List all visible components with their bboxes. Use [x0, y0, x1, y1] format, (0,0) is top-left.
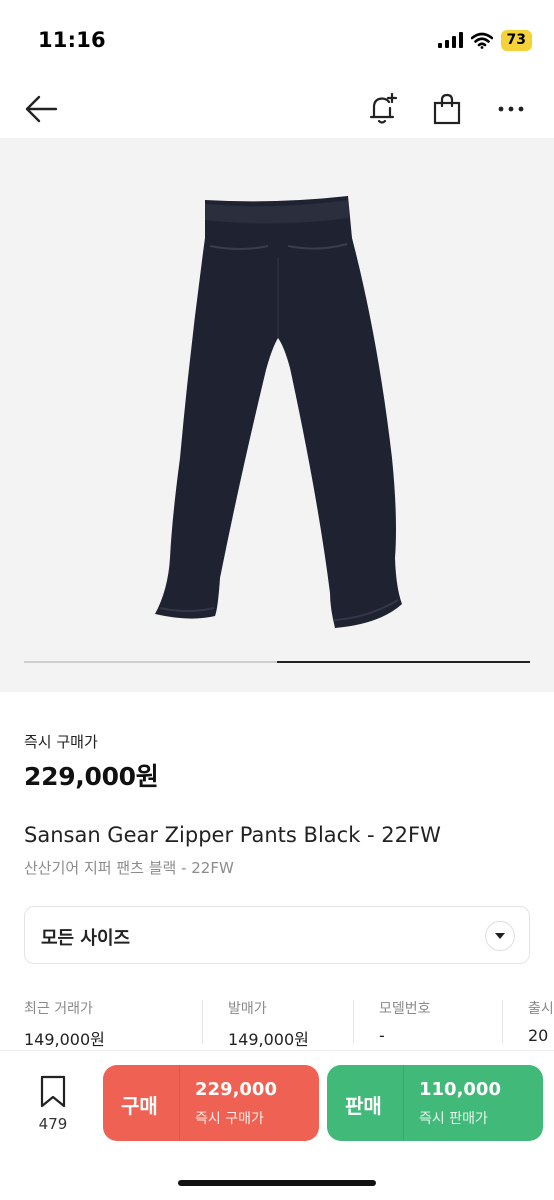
- wifi-icon: [470, 32, 493, 49]
- product-name-korean: 산산기어 지퍼 팬츠 블랙 - 22FW: [24, 859, 234, 877]
- stat-release-date: 출시 20: [528, 998, 554, 1050]
- stat-value: 20: [528, 1026, 549, 1045]
- price-alert-button[interactable]: [360, 86, 406, 132]
- instant-price-value: 229,000원: [24, 762, 159, 791]
- wishlist-button[interactable]: 479: [30, 1075, 76, 1133]
- sell-button[interactable]: 판매 110,000 즉시 판매가: [327, 1065, 543, 1141]
- status-time: 11:16: [38, 28, 106, 52]
- battery-level: 73: [500, 29, 532, 51]
- buy-button[interactable]: 구매 229,000 즉시 구매가: [103, 1065, 319, 1141]
- size-selector[interactable]: 모든 사이즈: [24, 906, 530, 964]
- stat-value: 149,000원: [228, 1030, 309, 1049]
- more-horizontal-icon: [498, 106, 524, 112]
- stat-divider: [502, 1000, 503, 1044]
- buy-button-label: 구매: [121, 1094, 158, 1118]
- stat-label: 모델번호: [379, 1001, 431, 1017]
- bookmark-icon: [40, 1075, 66, 1108]
- gallery-indicator-active: [277, 661, 530, 663]
- status-bar: 11:16 73: [0, 0, 554, 80]
- sell-price-caption: 즉시 판매가: [419, 1111, 488, 1127]
- stat-recent-trade: 최근 거래가 149,000원: [24, 998, 105, 1050]
- product-name: Sansan Gear Zipper Pants Black - 22FW: [24, 823, 441, 847]
- sell-button-label: 판매: [345, 1094, 382, 1118]
- instant-price-label: 즉시 구매가: [24, 733, 98, 751]
- buy-button-divider: [179, 1065, 180, 1141]
- bell-plus-icon: [369, 92, 398, 124]
- size-selector-label: 모든 사이즈: [41, 928, 131, 949]
- size-dropdown-button[interactable]: [485, 921, 515, 951]
- stat-model-number: 모델번호 -: [379, 998, 431, 1050]
- back-button[interactable]: [18, 86, 64, 132]
- buy-price: 229,000: [195, 1079, 277, 1100]
- stat-divider: [202, 1000, 203, 1044]
- chevron-down-icon: [495, 933, 505, 939]
- sell-button-divider: [403, 1065, 404, 1141]
- home-indicator: [178, 1180, 376, 1186]
- product-photo-pants: [155, 196, 402, 628]
- cellular-signal-icon: [437, 32, 463, 48]
- status-indicators: 73: [437, 28, 532, 52]
- stat-value: 149,000원: [24, 1030, 105, 1049]
- product-image-gallery[interactable]: [0, 138, 554, 692]
- arrow-left-icon: [25, 95, 58, 123]
- shopping-bag-button[interactable]: [424, 86, 470, 132]
- more-button[interactable]: [488, 86, 534, 132]
- stat-label: 출시: [528, 1001, 554, 1017]
- top-nav-bar: [0, 80, 554, 138]
- stat-value: -: [379, 1026, 385, 1045]
- shopping-bag-icon: [433, 93, 461, 125]
- bottom-action-bar: 479 구매 229,000 즉시 구매가 판매 110,000 즉시 판매가: [0, 1050, 554, 1200]
- buy-price-caption: 즉시 구매가: [195, 1111, 264, 1127]
- stat-label: 발매가: [228, 1001, 267, 1017]
- stat-label: 최근 거래가: [24, 1001, 93, 1017]
- wishlist-count: 479: [38, 1115, 68, 1133]
- sell-price: 110,000: [419, 1079, 501, 1100]
- product-stats: 최근 거래가 149,000원 발매가 149,000원 모델번호 - 출시 2…: [0, 998, 554, 1050]
- stat-release-price: 발매가 149,000원: [228, 998, 309, 1050]
- stat-divider: [353, 1000, 354, 1044]
